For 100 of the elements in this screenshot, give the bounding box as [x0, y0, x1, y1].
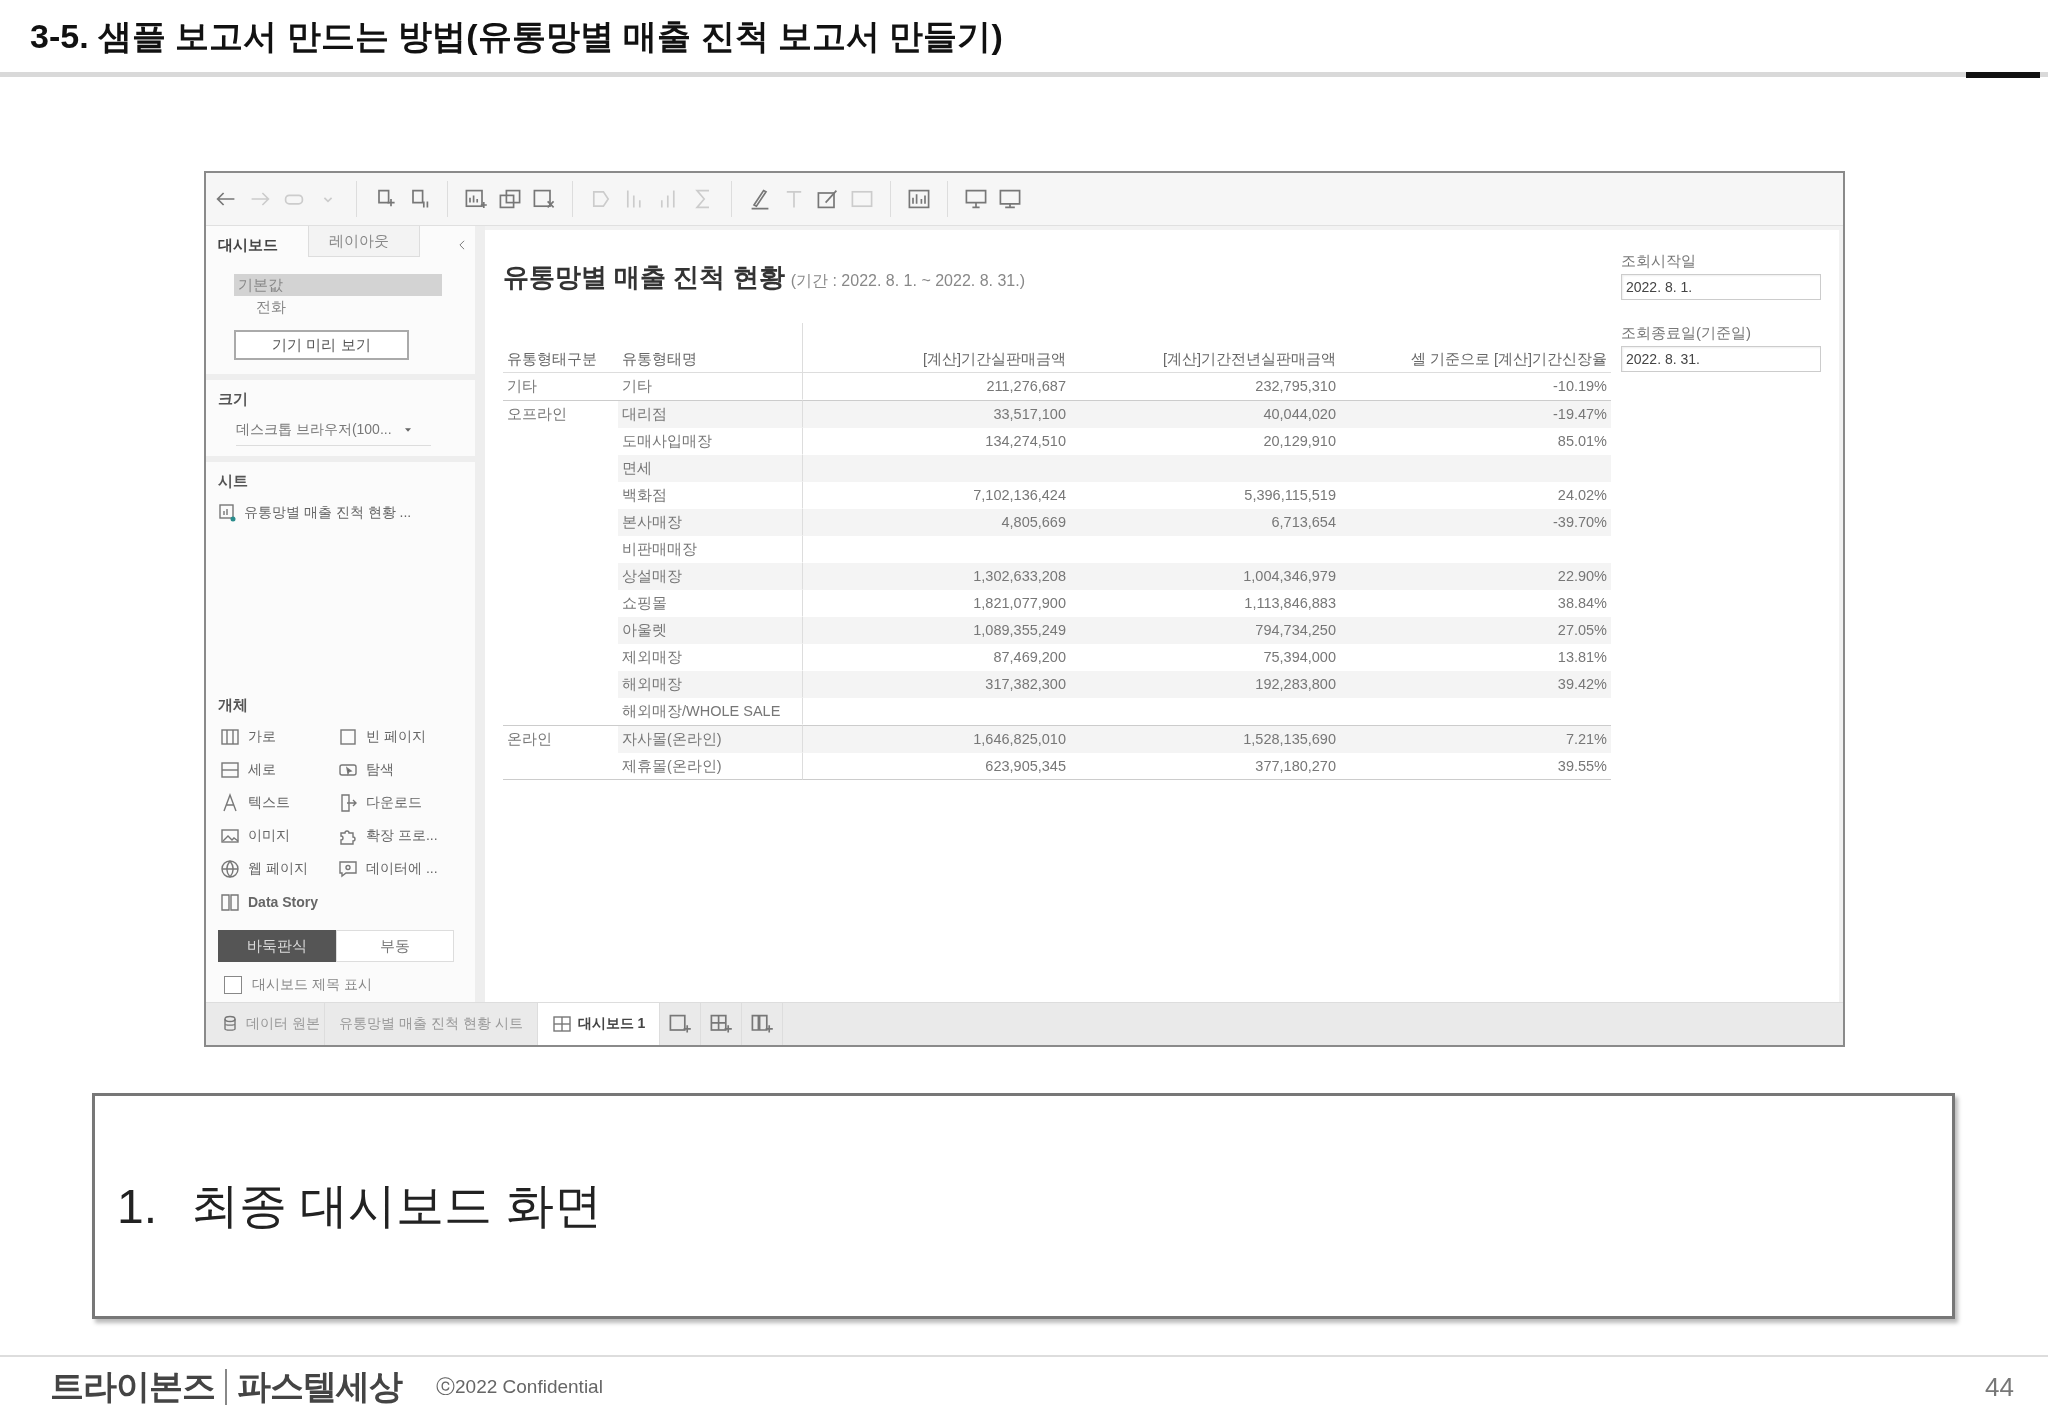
sheet-icon	[218, 503, 238, 523]
sheet-item[interactable]: 유통망별 매출 진척 현황 ...	[244, 504, 412, 522]
download-icon	[338, 793, 358, 813]
object-item[interactable]: Data Story	[248, 894, 319, 910]
logo-text: 파스텔세상	[237, 1366, 402, 1407]
table-cell-text: 기타	[621, 376, 653, 396]
column-header: 셀 기준으로 [계산]기간신장율	[1340, 323, 1611, 373]
table-cell-text: 쇼핑몰	[621, 593, 668, 613]
object-item[interactable]: 다운로드	[366, 794, 422, 812]
table-cell: 1,646,825,010	[802, 725, 1070, 753]
logo-text: 트라이본즈	[50, 1366, 215, 1407]
page-number: 44	[1985, 1371, 2014, 1403]
object-item[interactable]: 이미지	[248, 827, 290, 845]
columns-icon	[220, 727, 240, 747]
device-preview-button[interactable]: 기기 미리 보기	[234, 330, 409, 360]
annotate-icon[interactable]	[816, 187, 840, 211]
slide-title: 3-5. 샘플 보고서 만드는 방법(유통망별 매출 진척 보고서 만들기)	[30, 16, 1003, 56]
table-cell-text: 5,396,115,519	[1243, 486, 1337, 505]
new-sheet-icon[interactable]	[464, 187, 488, 211]
checkbox[interactable]	[224, 976, 242, 994]
table-cell: 794,734,250	[1070, 617, 1340, 644]
table-cell-text: -10.19%	[1552, 377, 1608, 396]
presentation-icon[interactable]	[964, 187, 988, 211]
table-cell: 6,713,654	[1070, 509, 1340, 536]
table-cell-text: 232,795,310	[1254, 377, 1337, 396]
grid-icon	[551, 1014, 572, 1034]
globe-icon	[220, 859, 240, 879]
table-cell: 22.90%	[1340, 563, 1611, 590]
object-item[interactable]: 웹 페이지	[248, 860, 308, 878]
clear-sheet-icon[interactable]	[532, 187, 556, 211]
table-cell: 4,805,669	[802, 509, 1070, 536]
copyright-text: ⓒ2022 Confidential	[436, 1375, 603, 1399]
table-cell-text: 75,394,000	[1262, 648, 1337, 667]
section-title: 개체	[218, 696, 249, 715]
object-item[interactable]: 텍스트	[248, 794, 290, 812]
dashboard-title: 유통망별 매출 진척 현황	[503, 261, 785, 294]
table-cell-text: 비판매매장	[621, 539, 698, 559]
table-cell: 상설매장	[618, 563, 802, 590]
table-cell: 192,283,800	[1070, 671, 1340, 698]
show-me-icon[interactable]	[907, 187, 931, 211]
table-cell-text: 85.01%	[1556, 432, 1608, 451]
column-header: [계산]기간전년실판매금액	[1070, 323, 1340, 373]
column-header: [계산]기간실판매금액	[802, 323, 1070, 373]
duplicate-sheet-icon[interactable]	[498, 187, 522, 211]
table-cell-text: 도매사입매장	[621, 431, 713, 451]
table-cell: 면세	[618, 455, 802, 482]
period-text: (기간 : 2022. 8. 1. ~ 2022. 8. 31.)	[790, 271, 1026, 291]
table-cell-text: 1,113,846,883	[1243, 594, 1337, 613]
date-field[interactable]: 2022. 8. 1.	[1621, 274, 1821, 300]
table-cell: 1,302,633,208	[802, 563, 1070, 590]
caption-number: 1.	[117, 1178, 158, 1234]
table-cell: 377,180,270	[1070, 753, 1340, 780]
letter-a-icon	[220, 793, 240, 813]
sheet-tab[interactable]: 대시보드 1	[537, 1003, 661, 1045]
table-cell-text: 20,129,910	[1262, 432, 1337, 451]
object-item[interactable]: 확장 프로...	[366, 827, 438, 845]
table-cell-text: 24.02%	[1556, 486, 1608, 505]
object-item[interactable]: 데이터에 ...	[366, 860, 438, 878]
panel-tab[interactable]: 레이아웃	[308, 226, 420, 257]
image-icon	[220, 826, 240, 846]
date-field[interactable]: 2022. 8. 31.	[1621, 346, 1821, 372]
layout-toggle[interactable]: 바둑판식	[218, 930, 336, 962]
device-item[interactable]: 전화	[234, 296, 460, 318]
table-cell: 1,528,135,690	[1070, 725, 1340, 753]
column-header: 유통형태명	[618, 323, 802, 373]
table-cell: 해외매장	[618, 671, 802, 698]
book-icon	[220, 892, 240, 912]
table-cell-text: 기타	[506, 376, 538, 396]
object-item[interactable]: 가로	[248, 728, 276, 746]
filter-label: 조회시작일	[1621, 252, 1697, 271]
section-title: 크기	[218, 390, 249, 409]
section-title: 시트	[218, 472, 249, 491]
table-cell: 27.05%	[1340, 617, 1611, 644]
table-cell: 317,382,300	[802, 671, 1070, 698]
layout-toggle[interactable]: 부동	[336, 930, 454, 962]
monitor-icon[interactable]	[998, 187, 1022, 211]
table-cell-text: 해외매장/WHOLE SALE	[621, 701, 782, 721]
table-cell: 자사몰(온라인)	[618, 725, 802, 753]
table-cell: 623,905,345	[802, 753, 1070, 780]
object-item[interactable]: 탐색	[366, 761, 394, 779]
table-cell: 40,044,020	[1070, 400, 1340, 428]
table-cell: 제휴몰(온라인)	[618, 753, 802, 780]
table-cell-text: 13.81%	[1556, 648, 1608, 667]
table-cell: 7.21%	[1340, 725, 1611, 753]
rows-icon	[220, 760, 240, 780]
table-cell: 1,004,346,979	[1070, 563, 1340, 590]
table-cell: 39.42%	[1340, 671, 1611, 698]
table-cell: -39.70%	[1340, 509, 1611, 536]
caption-text: 최종 대시보드 화면	[191, 1178, 602, 1234]
panel-tab[interactable]: 대시보드	[206, 226, 290, 264]
filter-label: 조회종료일(기준일)	[1621, 324, 1752, 343]
size-dropdown[interactable]: 데스크톱 브라우저(100...	[236, 421, 431, 446]
table-cell-text: 제외매장	[621, 647, 683, 667]
object-item[interactable]: 세로	[248, 761, 276, 779]
object-item[interactable]: 빈 페이지	[366, 728, 426, 746]
table-cell-text: 백화점	[621, 485, 668, 505]
table-cell: 39.55%	[1340, 753, 1611, 780]
table-cell-text: 38.84%	[1556, 594, 1608, 613]
speech-bubble-icon	[338, 859, 358, 879]
column-header: 유통형태구분	[503, 323, 618, 373]
